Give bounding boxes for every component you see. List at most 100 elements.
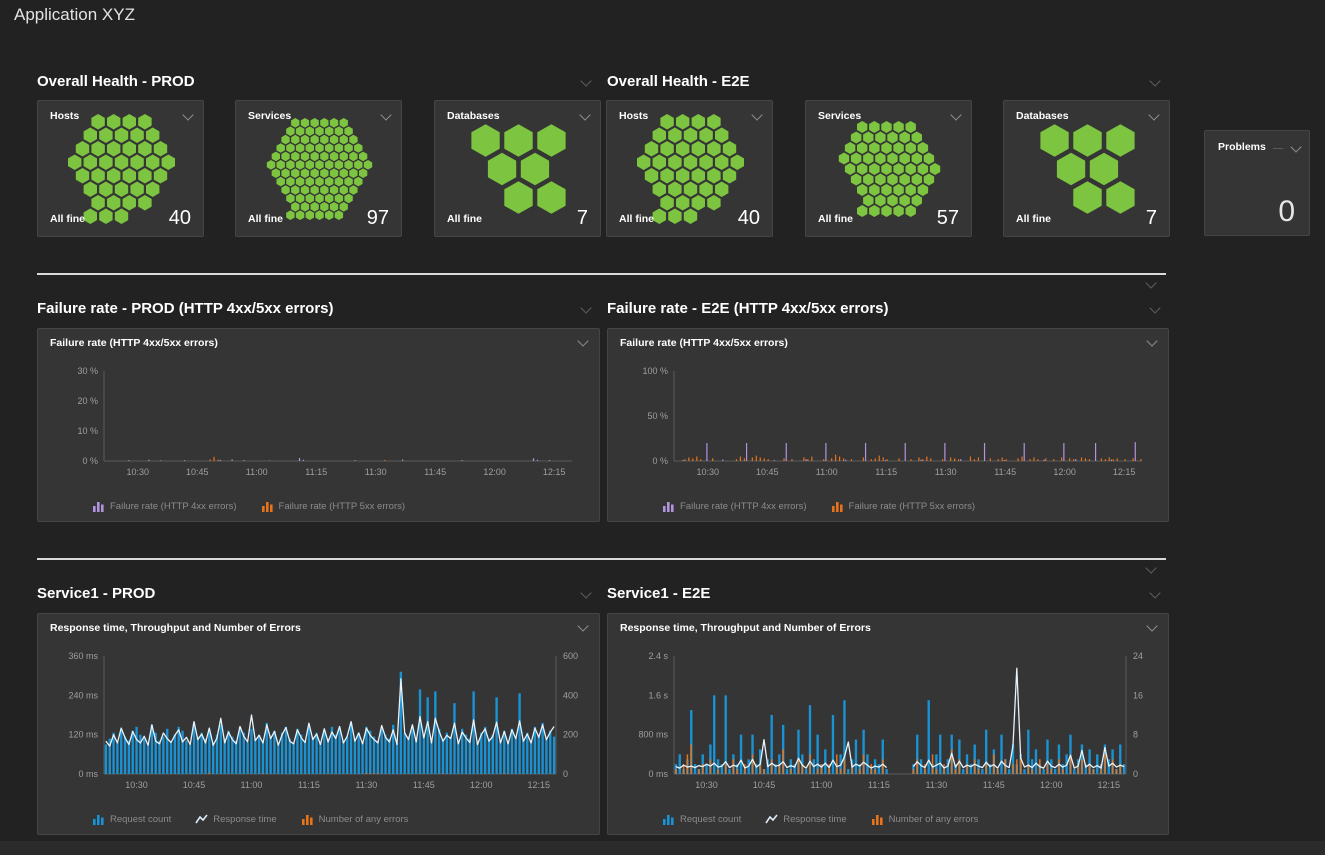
chevron-down-icon[interactable]: [580, 302, 591, 313]
dash-decoration: [1273, 148, 1283, 149]
bars-icon: [261, 500, 274, 513]
svg-text:11:15: 11:15: [305, 467, 327, 477]
timeseries-chart: 0 %50 %100 %10:3010:4511:0011:1511:3011:…: [620, 357, 1159, 497]
svg-text:0 ms: 0 ms: [648, 769, 668, 779]
svg-text:10 %: 10 %: [77, 426, 98, 436]
svg-text:10:30: 10:30: [125, 780, 148, 790]
svg-text:11:45: 11:45: [983, 780, 1005, 790]
legend-item[interactable]: Number of any errors: [301, 813, 409, 826]
svg-text:800 ms: 800 ms: [638, 730, 668, 740]
bars-icon: [662, 500, 675, 513]
bars-icon: [301, 813, 314, 826]
chevron-down-icon[interactable]: [580, 587, 591, 598]
tile-status: All fine: [248, 213, 283, 225]
honeycomb-chart: [435, 123, 602, 219]
section-title: Overall Health - PROD: [37, 73, 195, 90]
svg-text:12:00: 12:00: [1053, 467, 1076, 477]
tile-label: Databases: [1016, 110, 1069, 122]
legend-item[interactable]: Request count: [92, 813, 171, 826]
chevron-down-icon[interactable]: [579, 109, 590, 120]
legend-item[interactable]: Request count: [662, 813, 741, 826]
svg-text:11:15: 11:15: [875, 467, 897, 477]
chevron-down-icon[interactable]: [1146, 620, 1157, 631]
problems-count: 0: [1278, 195, 1295, 229]
chart-legend: Failure rate (HTTP 4xx errors) Failure ra…: [50, 497, 587, 515]
section-header-service-e2e: Service1 - E2E: [607, 585, 1169, 603]
chevron-down-icon[interactable]: [577, 620, 588, 631]
chart-tile-failure-prod[interactable]: Failure rate (HTTP 4xx/5xx errors) 0 %10…: [37, 328, 600, 522]
tile-label: Services: [818, 110, 861, 122]
chart-legend: Request count Response time Number of any …: [50, 810, 587, 828]
section-header-failure-e2e: Failure rate - E2E (HTTP 4xx/5xx errors): [607, 300, 1169, 318]
svg-text:12:15: 12:15: [1113, 467, 1136, 477]
svg-text:12:15: 12:15: [527, 780, 550, 790]
svg-text:360 ms: 360 ms: [68, 651, 98, 661]
tile-status: All fine: [1016, 213, 1051, 225]
svg-text:11:45: 11:45: [424, 467, 446, 477]
chevron-down-icon[interactable]: [1149, 75, 1160, 86]
chevron-down-icon[interactable]: [1145, 277, 1156, 288]
legend-item[interactable]: Failure rate (HTTP 5xx errors): [261, 500, 406, 513]
chevron-down-icon[interactable]: [182, 109, 193, 120]
legend-item[interactable]: Response time: [765, 813, 846, 826]
tile-label: Databases: [447, 110, 500, 122]
legend-item[interactable]: Response time: [195, 813, 276, 826]
health-tile-databases-prod[interactable]: Databases All fine 7: [434, 100, 601, 237]
health-tile-hosts-prod[interactable]: Hosts All fine 40: [37, 100, 204, 237]
svg-text:16: 16: [1133, 690, 1143, 700]
svg-text:11:00: 11:00: [811, 780, 833, 790]
legend-label: Failure rate (HTTP 5xx errors): [279, 501, 406, 512]
legend-item[interactable]: Number of any errors: [871, 813, 979, 826]
chart-title: Failure rate (HTTP 4xx/5xx errors): [50, 337, 218, 349]
health-tile-databases-e2e[interactable]: Databases All fine 7: [1003, 100, 1170, 237]
bars-icon: [831, 500, 844, 513]
section-title: Failure rate - PROD (HTTP 4xx/5xx errors…: [37, 300, 334, 317]
legend-label: Failure rate (HTTP 4xx errors): [680, 501, 807, 512]
chevron-down-icon[interactable]: [1149, 302, 1160, 313]
legend-label: Response time: [213, 814, 276, 825]
timeseries-chart: 0 ms800 ms1.6 s2.4 s08162410:3010:4511:0…: [620, 642, 1159, 810]
line-icon: [195, 813, 208, 826]
footer-strip: [0, 841, 1325, 855]
svg-text:11:30: 11:30: [935, 467, 957, 477]
chevron-down-icon[interactable]: [577, 335, 588, 346]
bars-icon: [662, 813, 675, 826]
chevron-down-icon[interactable]: [1149, 587, 1160, 598]
section-title: Overall Health - E2E: [607, 73, 750, 90]
legend-item[interactable]: Failure rate (HTTP 4xx errors): [662, 500, 807, 513]
svg-text:12:00: 12:00: [483, 467, 506, 477]
svg-text:100 %: 100 %: [642, 366, 668, 376]
tile-label: Hosts: [50, 110, 79, 122]
health-tile-services-e2e[interactable]: Services All fine 57: [805, 100, 972, 237]
chart-title: Response time, Throughput and Number of …: [620, 622, 871, 634]
legend-item[interactable]: Failure rate (HTTP 5xx errors): [831, 500, 976, 513]
svg-text:11:30: 11:30: [355, 780, 377, 790]
chart-tile-service-e2e[interactable]: Response time, Throughput and Number of …: [607, 613, 1169, 835]
chevron-down-icon[interactable]: [950, 109, 961, 120]
legend-label: Response time: [783, 814, 846, 825]
chevron-down-icon[interactable]: [1145, 562, 1156, 573]
legend-item[interactable]: Failure rate (HTTP 4xx errors): [92, 500, 237, 513]
chevron-down-icon[interactable]: [1146, 335, 1157, 346]
chevron-down-icon[interactable]: [751, 109, 762, 120]
health-tile-hosts-e2e[interactable]: Hosts All fine 40: [606, 100, 773, 237]
chart-tile-failure-e2e[interactable]: Failure rate (HTTP 4xx/5xx errors) 0 %50…: [607, 328, 1169, 522]
chevron-down-icon[interactable]: [580, 75, 591, 86]
tile-count: 7: [577, 207, 588, 230]
legend-label: Request count: [110, 814, 171, 825]
svg-text:11:00: 11:00: [241, 780, 263, 790]
svg-text:10:30: 10:30: [695, 780, 718, 790]
chevron-down-icon[interactable]: [1290, 141, 1301, 152]
section-title: Failure rate - E2E (HTTP 4xx/5xx errors): [607, 300, 889, 317]
svg-text:11:15: 11:15: [298, 780, 320, 790]
svg-text:10:45: 10:45: [183, 780, 206, 790]
svg-text:10:30: 10:30: [696, 467, 719, 477]
chevron-down-icon[interactable]: [1148, 109, 1159, 120]
section-header-service-prod: Service1 - PROD: [37, 585, 600, 603]
health-tile-services-prod[interactable]: Services All fine 97: [235, 100, 402, 237]
chevron-down-icon[interactable]: [380, 109, 391, 120]
tile-count: 57: [937, 207, 959, 230]
svg-text:600: 600: [563, 651, 578, 661]
problems-tile[interactable]: Problems 0: [1204, 130, 1310, 236]
chart-tile-service-prod[interactable]: Response time, Throughput and Number of …: [37, 613, 600, 835]
